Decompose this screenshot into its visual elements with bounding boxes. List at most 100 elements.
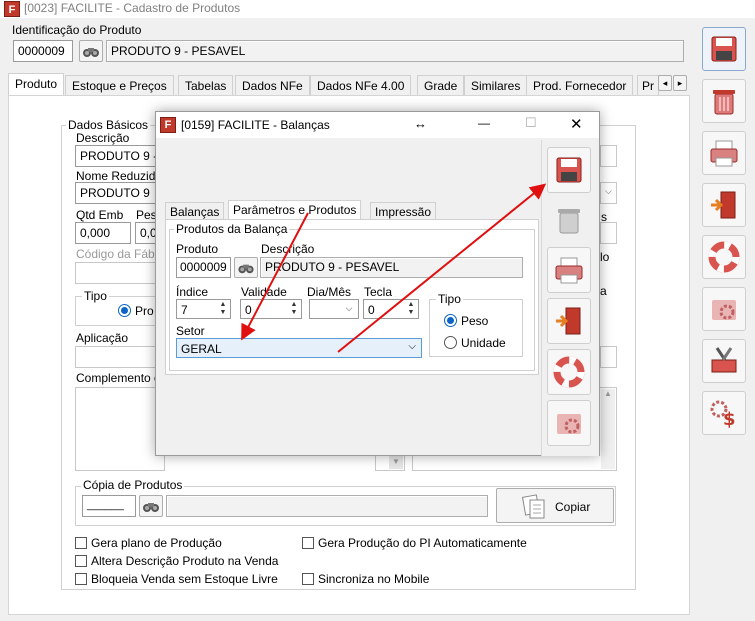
- tipo-unidade-radio[interactable]: Unidade: [444, 336, 506, 350]
- qtd-emb-field[interactable]: 0,000: [75, 222, 131, 244]
- spin-up-icon[interactable]: ▲: [406, 301, 416, 309]
- tecla-spinner[interactable]: 0 ▲ ▼: [363, 299, 419, 319]
- tab-dados-nfe-400[interactable]: Dados NFe 4.00: [310, 75, 412, 95]
- radio-unselected-icon: [444, 336, 457, 349]
- scroll-down-icon[interactable]: ▼: [389, 455, 403, 469]
- dialog-produto-label: Produto: [176, 242, 219, 256]
- minimize-button[interactable]: —: [478, 116, 490, 130]
- copiar-button[interactable]: Copiar: [496, 488, 614, 523]
- dialog-title: [0159] FACILITE - Balanças: [181, 118, 330, 132]
- complemento-label: Complemento d: [76, 371, 161, 385]
- binoculars-icon: [238, 264, 254, 274]
- copy-pages-icon: [521, 494, 545, 519]
- save-button[interactable]: [702, 27, 746, 71]
- spin-down-icon[interactable]: ▼: [289, 309, 299, 317]
- spin-up-icon[interactable]: ▲: [289, 301, 299, 309]
- nome-reduzido-field[interactable]: PRODUTO 9: [75, 182, 165, 204]
- complemento-textarea[interactable]: [75, 387, 165, 471]
- nome-reduzido-dropdown-right[interactable]: ⌵: [600, 182, 617, 204]
- setor-dropdown[interactable]: GERAL ⌵: [176, 338, 422, 358]
- delete-button[interactable]: [702, 79, 746, 123]
- tab-estoque-precos[interactable]: Estoque e Preços: [65, 75, 174, 95]
- maximize-button[interactable]: ☐: [525, 115, 537, 131]
- tab-produto[interactable]: Produto: [8, 73, 65, 95]
- dialog-tab-parametros[interactable]: Parâmetros e Produtos: [228, 200, 362, 220]
- dialog-produto-field[interactable]: 0000009: [176, 257, 231, 278]
- gera-plano-producao-checkbox[interactable]: Gera plano de Produção: [75, 536, 222, 550]
- print-button[interactable]: [702, 131, 746, 175]
- tools-button[interactable]: [702, 339, 746, 383]
- exit-button[interactable]: [702, 183, 746, 227]
- settings-button[interactable]: [702, 287, 746, 331]
- spin-down-icon[interactable]: ▼: [406, 309, 416, 317]
- gera-producao-pi-checkbox[interactable]: Gera Produção do PI Automaticamente: [302, 536, 527, 550]
- aplicacao-label: Aplicação: [76, 331, 129, 345]
- lifebuoy-icon: [708, 241, 740, 273]
- tab-tabelas[interactable]: Tabelas: [178, 75, 234, 95]
- scrollbar-track[interactable]: ▲: [601, 389, 615, 469]
- dialog-help-button[interactable]: [547, 349, 591, 395]
- nome-reduzido-label: Nome Reduzid: [76, 169, 156, 183]
- dialog-title-bar[interactable]: F [0159] FACILITE - Balanças ↔ — ☐ ✕: [156, 112, 599, 138]
- product-code-field[interactable]: 0000009: [13, 40, 73, 62]
- tipo-peso-radio[interactable]: Peso: [444, 314, 488, 328]
- tab-dados-nfe[interactable]: Dados NFe: [235, 75, 310, 95]
- checkbox-box[interactable]: [75, 555, 87, 567]
- spin-up-icon[interactable]: ▲: [218, 301, 228, 309]
- scroll-up-icon[interactable]: ▲: [601, 389, 615, 398]
- aplicacao-field-right[interactable]: [600, 346, 617, 368]
- checkbox-box[interactable]: [302, 573, 314, 585]
- dialog-delete-button[interactable]: [547, 198, 591, 242]
- tecla-label: Tecla: [364, 285, 393, 299]
- tipo-produto-radio[interactable]: Pro: [118, 304, 154, 318]
- copia-search-button[interactable]: [139, 495, 163, 517]
- partial-field-right[interactable]: [600, 222, 617, 244]
- chevron-down-icon: ⌵: [408, 341, 416, 352]
- altera-descricao-checkbox[interactable]: Altera Descrição Produto na Venda: [75, 554, 278, 568]
- dialog-save-button[interactable]: [547, 147, 591, 193]
- toolbox-icon: [711, 347, 737, 373]
- search-binoculars-button[interactable]: [79, 40, 103, 62]
- aplicacao-field[interactable]: [75, 346, 165, 368]
- dialog-produto-search-button[interactable]: [234, 257, 258, 278]
- bloqueia-venda-checkbox[interactable]: Bloqueia Venda sem Estoque Livre: [75, 572, 278, 586]
- window-title: [0023] FACILITE - Cadastro de Produtos: [24, 1, 241, 15]
- tab-grade[interactable]: Grade: [417, 75, 465, 95]
- checkbox-box[interactable]: [302, 537, 314, 549]
- dialog-exit-button[interactable]: [547, 298, 591, 344]
- codigo-fabrica-field[interactable]: [75, 262, 165, 284]
- dialog-tab-balancas[interactable]: Balanças: [165, 202, 225, 220]
- exit-door-icon: [711, 191, 736, 219]
- dialog-tab-impressao[interactable]: Impressão: [370, 202, 437, 220]
- pricing-button[interactable]: $: [702, 391, 746, 435]
- help-button[interactable]: [702, 235, 746, 279]
- tab-partial[interactable]: Pr: [637, 75, 659, 95]
- dia-mes-dropdown[interactable]: ⌵: [309, 299, 359, 319]
- tab-similares[interactable]: Similares: [464, 75, 528, 95]
- tab-prod-fornecedor[interactable]: Prod. Fornecedor: [526, 75, 634, 95]
- close-button[interactable]: ✕: [570, 115, 583, 133]
- indice-spinner[interactable]: 7 ▲ ▼: [176, 299, 231, 319]
- tab-scroll-right-button[interactable]: ▸: [673, 75, 687, 91]
- sincroniza-mobile-checkbox[interactable]: Sincroniza no Mobile: [302, 572, 429, 586]
- folder-gear-icon: [557, 414, 581, 434]
- descricao-field-right[interactable]: [600, 145, 617, 167]
- validade-spinner[interactable]: 0 ▲ ▼: [240, 299, 302, 319]
- dialog-tipo-label: Tipo: [436, 292, 463, 306]
- spin-down-icon[interactable]: ▼: [218, 309, 228, 317]
- indice-label: Índice: [176, 285, 209, 299]
- dialog-descricao-field: PRODUTO 9 - PESAVEL: [260, 257, 523, 278]
- dialog-print-button[interactable]: [547, 247, 591, 293]
- checkbox-box[interactable]: [75, 537, 87, 549]
- setor-value: GERAL: [181, 342, 222, 356]
- floppy-save-icon: [711, 36, 737, 62]
- descricao-field[interactable]: PRODUTO 9 -: [75, 145, 165, 167]
- printer-icon: [555, 257, 583, 284]
- tab-scroll-left-button[interactable]: ◂: [658, 75, 672, 91]
- checkbox-box[interactable]: [75, 573, 87, 585]
- dialog-settings-button[interactable]: [547, 400, 591, 446]
- dia-mes-label: Dia/Mês: [307, 285, 352, 299]
- partial-label-a: a: [600, 284, 607, 298]
- dados-basicos-label: Dados Básicos: [66, 118, 151, 132]
- copia-code-field[interactable]: ______: [82, 495, 136, 517]
